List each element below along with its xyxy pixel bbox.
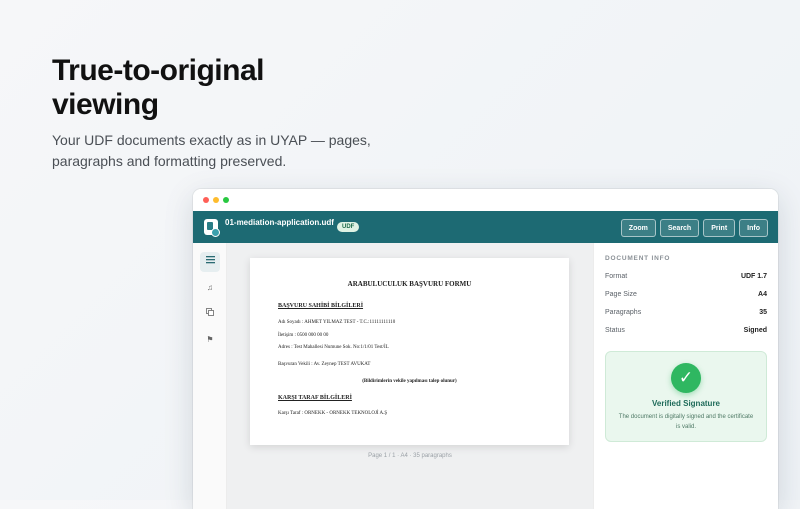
section-applicant-heading: BAŞVURU SAHİBİ BİLGİLERİ xyxy=(278,303,364,309)
info-key: Paragraphs xyxy=(605,309,642,316)
info-key: Status xyxy=(605,327,625,334)
print-button[interactable]: Print xyxy=(703,219,736,237)
counterparty-line: Karşı Taraf : ORNEKK - ORNEKK TEKNOLOJİ … xyxy=(278,411,388,416)
list-icon[interactable] xyxy=(200,252,220,272)
verified-title: Verified Signature xyxy=(651,399,721,408)
search-button[interactable]: Search xyxy=(659,219,700,237)
toolbar: 01-mediation-application.udf UDF Zoom Se… xyxy=(193,211,778,243)
close-window-button[interactable] xyxy=(203,197,209,203)
info-row-paragraphs: Paragraphs 35 xyxy=(605,309,767,321)
info-value: A4 xyxy=(758,291,767,298)
window-titlebar xyxy=(193,189,778,211)
document-app-icon xyxy=(204,219,220,237)
info-heading: DOCUMENT INFO xyxy=(605,255,671,262)
hero-subtitle: Your UDF documents exactly as in UYAP — … xyxy=(52,132,371,169)
info-button[interactable]: Info xyxy=(739,219,768,237)
info-value: UDF 1.7 xyxy=(740,273,767,280)
info-key: Page Size xyxy=(605,291,637,298)
applicant-agent-line: Başvuran Vekili : Av. Zeynep TEST AVUKAT xyxy=(278,362,371,367)
document-page: ARABULUCULUK BAŞVURU FORMU BAŞVURU SAHİB… xyxy=(250,258,569,445)
applicant-name-line: Adı Soyadı : AHMET YILMAZ TEST - T.C.:11… xyxy=(278,320,396,325)
info-value: Signed xyxy=(743,327,767,334)
notice-line: (Bildirimlerin vekile yapılması talep ol… xyxy=(362,379,457,384)
app-window: 01-mediation-application.udf UDF Zoom Se… xyxy=(193,189,778,509)
zoom-button[interactable]: Zoom xyxy=(620,219,656,237)
verified-description: The document is digitally signed and the… xyxy=(618,414,754,430)
page-status: Page 1 / 1 · A4 · 35 paragraphs xyxy=(368,453,452,459)
document-info-panel: DOCUMENT INFO Format UDF 1.7 Page Size A… xyxy=(593,243,778,509)
info-row-format: Format UDF 1.7 xyxy=(605,273,767,285)
hero-title: True-to-original viewing xyxy=(52,54,265,121)
applicant-address-line: Adres : Test Mahallesi Numune Sok. No:1/… xyxy=(278,345,389,350)
info-key: Format xyxy=(605,273,628,280)
filename: 01-mediation-application.udf xyxy=(225,218,334,227)
minimize-window-button[interactable] xyxy=(213,197,219,203)
copy-icon[interactable] xyxy=(200,304,220,324)
file-type-badge: UDF xyxy=(337,222,360,232)
info-row-page-size: Page Size A4 xyxy=(605,291,767,303)
music-note-icon[interactable]: ♫ xyxy=(200,278,220,298)
flag-icon[interactable]: ⚑ xyxy=(200,330,220,350)
verified-signature-card: ✓ Verified Signature The document is dig… xyxy=(605,351,767,442)
applicant-phone-line: İletişim : 0500 000 00 00 xyxy=(278,333,329,338)
checkmark-icon: ✓ xyxy=(671,363,701,393)
sidebar-rail: ♫ ⚑ xyxy=(193,243,227,509)
info-row-status: Status Signed xyxy=(605,327,767,339)
info-value: 35 xyxy=(759,309,767,316)
section-counterparty-heading: KARŞI TARAF BİLGİLERİ xyxy=(278,395,352,401)
document-title: ARABULUCULUK BAŞVURU FORMU xyxy=(347,280,472,288)
document-canvas: ARABULUCULUK BAŞVURU FORMU BAŞVURU SAHİB… xyxy=(227,243,593,509)
maximize-window-button[interactable] xyxy=(223,197,229,203)
